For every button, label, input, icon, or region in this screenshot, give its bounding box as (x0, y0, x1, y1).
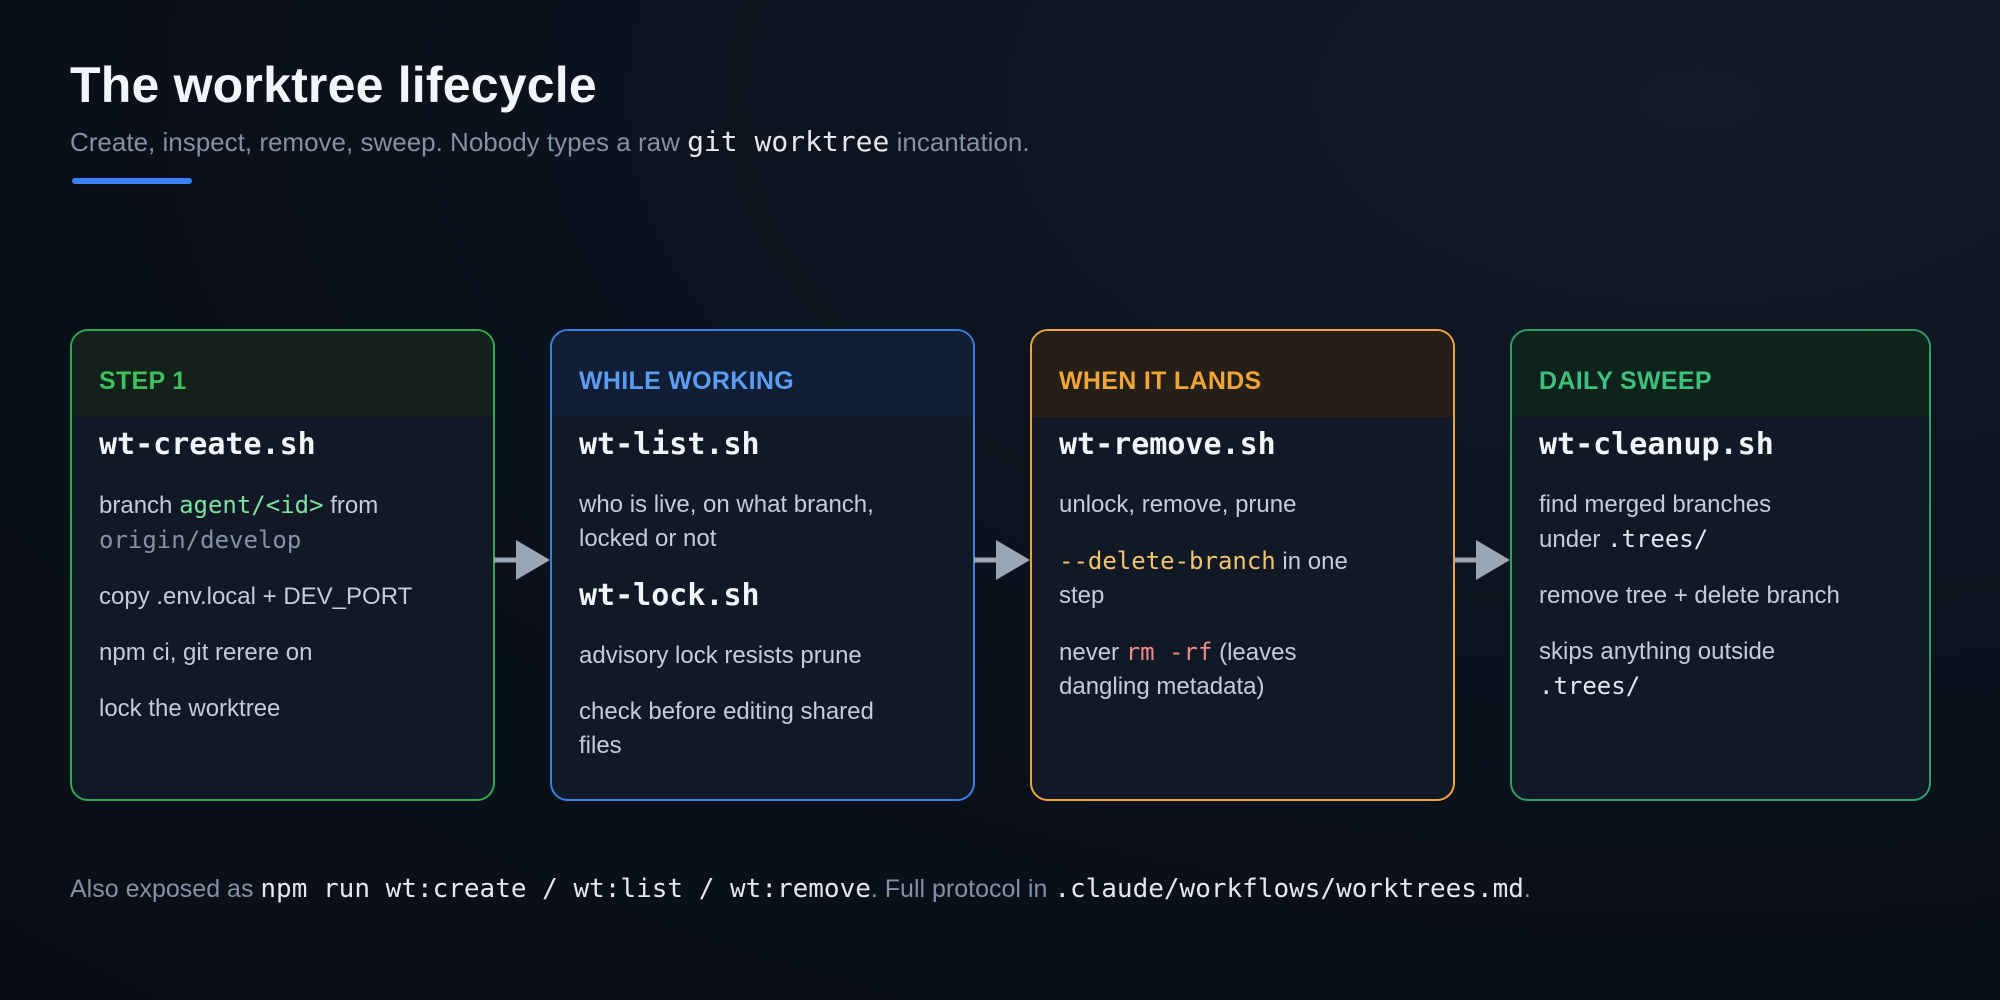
page-title: The worktree lifecycle (70, 57, 597, 113)
card-line: lock the worktree (99, 695, 281, 722)
footer-text: . Full protocol in (870, 875, 1055, 903)
accent-underline (72, 178, 192, 184)
card-tag: DAILY SWEEP (1512, 331, 1929, 417)
line-text: branch (99, 492, 180, 519)
card-line: remove tree + delete branch (1539, 582, 1840, 609)
card-line: --delete-branch in one step (1059, 544, 1389, 613)
line-text: from (323, 492, 379, 519)
card-line: branch agent/<id> from origin/develop (99, 488, 466, 558)
footer-code-path: .claude/workflows/worktrees.md (1054, 874, 1524, 904)
card-line: unlock, remove, prune (1059, 491, 1297, 518)
subtitle-text-end: incantation. (889, 127, 1030, 157)
footer-note: Also exposed as npm run wt:create / wt:l… (70, 874, 1531, 904)
line-code: .trees/ (1539, 672, 1641, 700)
subtitle-text-start: Create, inspect, remove, sweep. Nobody t… (70, 127, 688, 157)
card-line: npm ci, git rerere on (99, 639, 313, 666)
line-code: rm -rf (1125, 638, 1213, 666)
card-line: find merged branches under .trees/ (1539, 488, 1839, 557)
card-daily-sweep: DAILY SWEEP wt-cleanup.sh find merged br… (1510, 329, 1931, 801)
flow-arrow-icon (1454, 540, 1510, 580)
page-subtitle: Create, inspect, remove, sweep. Nobody t… (70, 125, 1030, 158)
card-while-working: WHILE WORKING wt-list.sh who is live, on… (550, 329, 975, 801)
script-name: wt-remove.sh (1059, 427, 1276, 462)
card-when-it-lands: WHEN IT LANDS wt-remove.sh unlock, remov… (1030, 329, 1455, 801)
footer-text: Also exposed as (70, 875, 261, 903)
line-code: origin/develop (99, 526, 302, 554)
line-text: never (1059, 639, 1126, 666)
footer-text: . (1523, 875, 1531, 903)
card-line: copy .env.local + DEV_PORT (99, 583, 413, 610)
footer-code-commands: npm run wt:create / wt:list / wt:remove (260, 874, 871, 904)
subtitle-code: git worktree (687, 125, 890, 158)
line-code: --delete-branch (1059, 547, 1276, 575)
card-tag: WHEN IT LANDS (1032, 331, 1453, 417)
flow-arrow-icon (974, 540, 1030, 580)
line-code: .trees/ (1607, 525, 1709, 553)
line-code: agent/<id> (179, 491, 324, 519)
line-text: skips anything outside (1539, 638, 1776, 665)
script-name-secondary: wt-lock.sh (579, 578, 760, 613)
flow-arrow-icon (494, 540, 550, 580)
card-step-1: STEP 1 wt-create.sh branch agent/<id> fr… (70, 329, 495, 801)
script-name: wt-create.sh (99, 427, 316, 462)
card-line: skips anything outside .trees/ (1539, 635, 1839, 704)
card-line: who is live, on what branch, locked or n… (579, 491, 874, 552)
card-line: advisory lock resists prune (579, 642, 862, 669)
script-name: wt-list.sh (579, 427, 760, 462)
card-line: check before editing shared files (579, 698, 874, 759)
script-name: wt-cleanup.sh (1539, 427, 1774, 462)
card-tag: WHILE WORKING (552, 331, 973, 417)
card-tag: STEP 1 (72, 331, 493, 417)
card-line: never rm -rf (leaves dangling metadata) (1059, 635, 1389, 704)
